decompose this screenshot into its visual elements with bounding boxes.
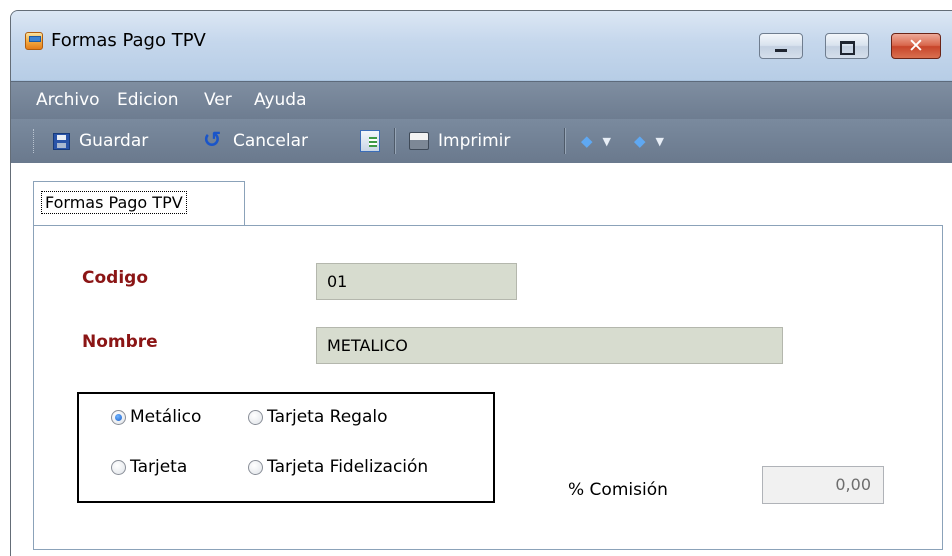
radio-tarjeta-label: Tarjeta <box>130 457 188 477</box>
radio-checked-icon <box>111 409 126 425</box>
radio-unchecked-icon <box>248 459 263 475</box>
toolbar-separator <box>564 128 566 154</box>
nombre-label: Nombre <box>82 332 158 352</box>
save-label: Guardar <box>79 131 149 151</box>
radio-unchecked-icon <box>111 459 126 475</box>
menu-ver[interactable]: Ver <box>204 90 232 110</box>
codigo-field[interactable]: 01 <box>316 263 517 300</box>
print-icon <box>409 132 429 150</box>
save-icon <box>53 132 70 150</box>
chevron-down-icon[interactable]: ▼ <box>656 135 664 148</box>
title-bar[interactable]: Formas Pago TPV ✕ <box>11 11 952 80</box>
menu-ayuda[interactable]: Ayuda <box>254 90 307 110</box>
nombre-field[interactable]: METALICO <box>316 327 783 364</box>
menu-archivo[interactable]: Archivo <box>36 90 100 110</box>
toolbar: Guardar ↺ Cancelar Imprimir ◆ ▼ ◆ ▼ <box>11 119 952 163</box>
window-title: Formas Pago TPV <box>51 30 206 51</box>
nav-prev-button[interactable]: ◆ ▼ <box>581 128 625 154</box>
maximize-button[interactable] <box>825 33 869 59</box>
save-button[interactable]: Guardar <box>53 128 148 154</box>
comision-label: % Comisión <box>568 480 668 500</box>
toolbar-grip[interactable] <box>33 129 37 153</box>
minimize-icon <box>760 34 802 58</box>
cancel-label: Cancelar <box>233 131 308 151</box>
tab-formas-pago[interactable]: Formas Pago TPV <box>33 181 245 226</box>
close-button[interactable]: ✕ <box>891 33 941 59</box>
toolbar-separator <box>394 128 396 154</box>
nav-down-icon: ◆ <box>634 132 646 150</box>
radio-metalico-label: Metálico <box>130 407 202 427</box>
report-icon <box>360 130 380 152</box>
undo-icon: ↺ <box>203 128 222 153</box>
comision-field[interactable]: 0,00 <box>762 466 884 504</box>
nav-up-icon: ◆ <box>581 132 593 150</box>
radio-tarjeta-fidelizacion[interactable]: Tarjeta Fidelización <box>248 457 428 477</box>
radio-tarjeta-regalo-label: Tarjeta Regalo <box>267 407 388 427</box>
nav-next-button[interactable]: ◆ ▼ <box>634 128 678 154</box>
report-button[interactable] <box>360 128 380 154</box>
codigo-label: Codigo <box>82 268 148 288</box>
print-button[interactable]: Imprimir <box>409 128 510 154</box>
cancel-button[interactable]: ↺ Cancelar <box>203 128 308 154</box>
menu-bar: Archivo Edicion Ver Ayuda <box>11 81 952 120</box>
radio-metalico[interactable]: Metálico <box>111 407 201 427</box>
radio-tarjeta[interactable]: Tarjeta <box>111 457 187 477</box>
radio-unchecked-icon <box>248 409 263 425</box>
tab-label: Formas Pago TPV <box>41 191 187 214</box>
menu-edicion[interactable]: Edicion <box>117 90 179 110</box>
app-icon <box>25 32 43 50</box>
minimize-button[interactable] <box>759 33 803 59</box>
radio-tarjeta-regalo[interactable]: Tarjeta Regalo <box>248 407 388 427</box>
chevron-down-icon[interactable]: ▼ <box>603 135 611 148</box>
close-icon: ✕ <box>908 35 924 57</box>
maximize-icon <box>826 34 868 58</box>
radio-tarjeta-fidelizacion-label: Tarjeta Fidelización <box>267 457 429 477</box>
print-label: Imprimir <box>438 131 511 151</box>
